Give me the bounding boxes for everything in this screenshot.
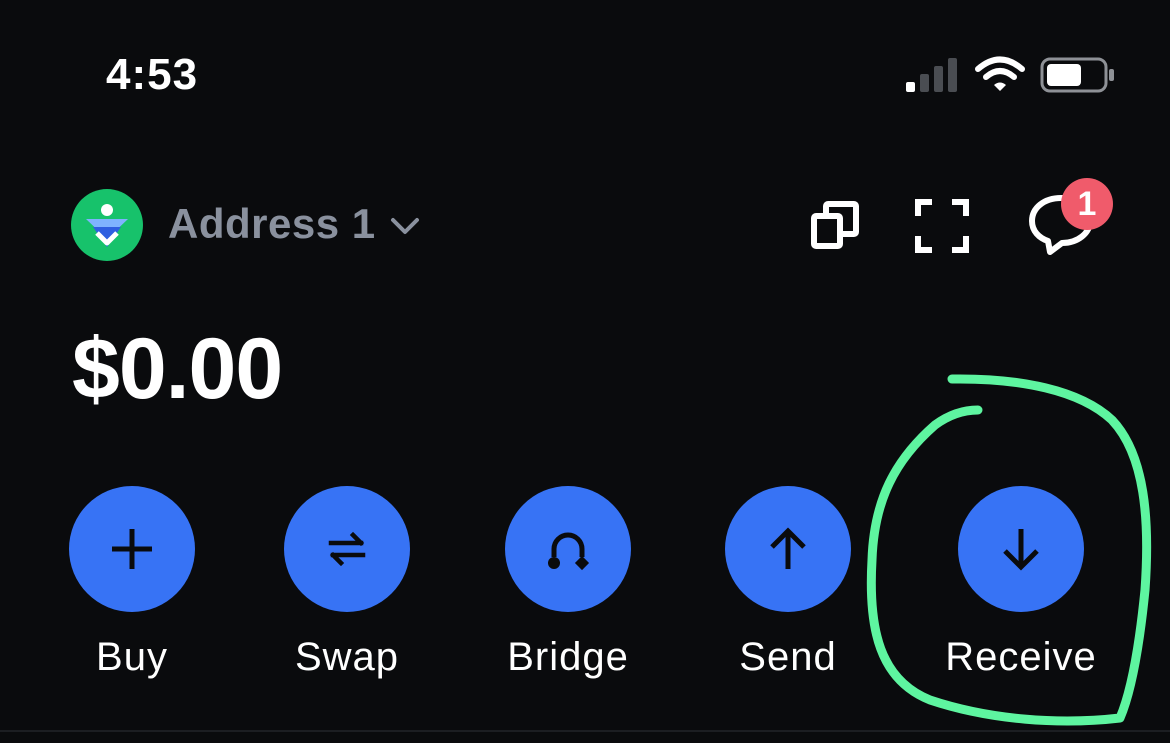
battery-icon: [1040, 57, 1114, 93]
wallet-avatar-icon[interactable]: [71, 189, 143, 261]
plus-icon: [112, 529, 152, 569]
divider: [0, 730, 1170, 732]
buy-label: Buy: [96, 635, 168, 679]
swap-label: Swap: [294, 635, 400, 679]
receive-label: Receive: [945, 635, 1097, 679]
send-label: Send: [739, 635, 837, 679]
swap-button[interactable]: [284, 486, 410, 612]
receive-button[interactable]: [958, 486, 1084, 612]
bridge-button[interactable]: [505, 486, 631, 612]
send-button[interactable]: [725, 486, 851, 612]
arrow-down-icon: [1003, 529, 1039, 571]
messages-badge: 1: [1061, 178, 1113, 230]
bridge-label: Bridge: [507, 635, 629, 679]
wifi-icon: [975, 56, 1025, 91]
total-balance: $0.00: [72, 321, 283, 417]
address-selector-label[interactable]: Address 1: [168, 200, 376, 248]
bridge-icon: [548, 532, 590, 571]
copy-icon[interactable]: [806, 196, 866, 256]
swap-arrows-icon: [328, 531, 366, 567]
buy-button[interactable]: [69, 486, 195, 612]
cellular-signal-icon: [906, 58, 957, 92]
status-time: 4:53: [106, 50, 199, 99]
arrow-up-icon: [770, 527, 806, 569]
scan-icon[interactable]: [912, 196, 972, 256]
chevron-down-icon[interactable]: [388, 212, 422, 240]
